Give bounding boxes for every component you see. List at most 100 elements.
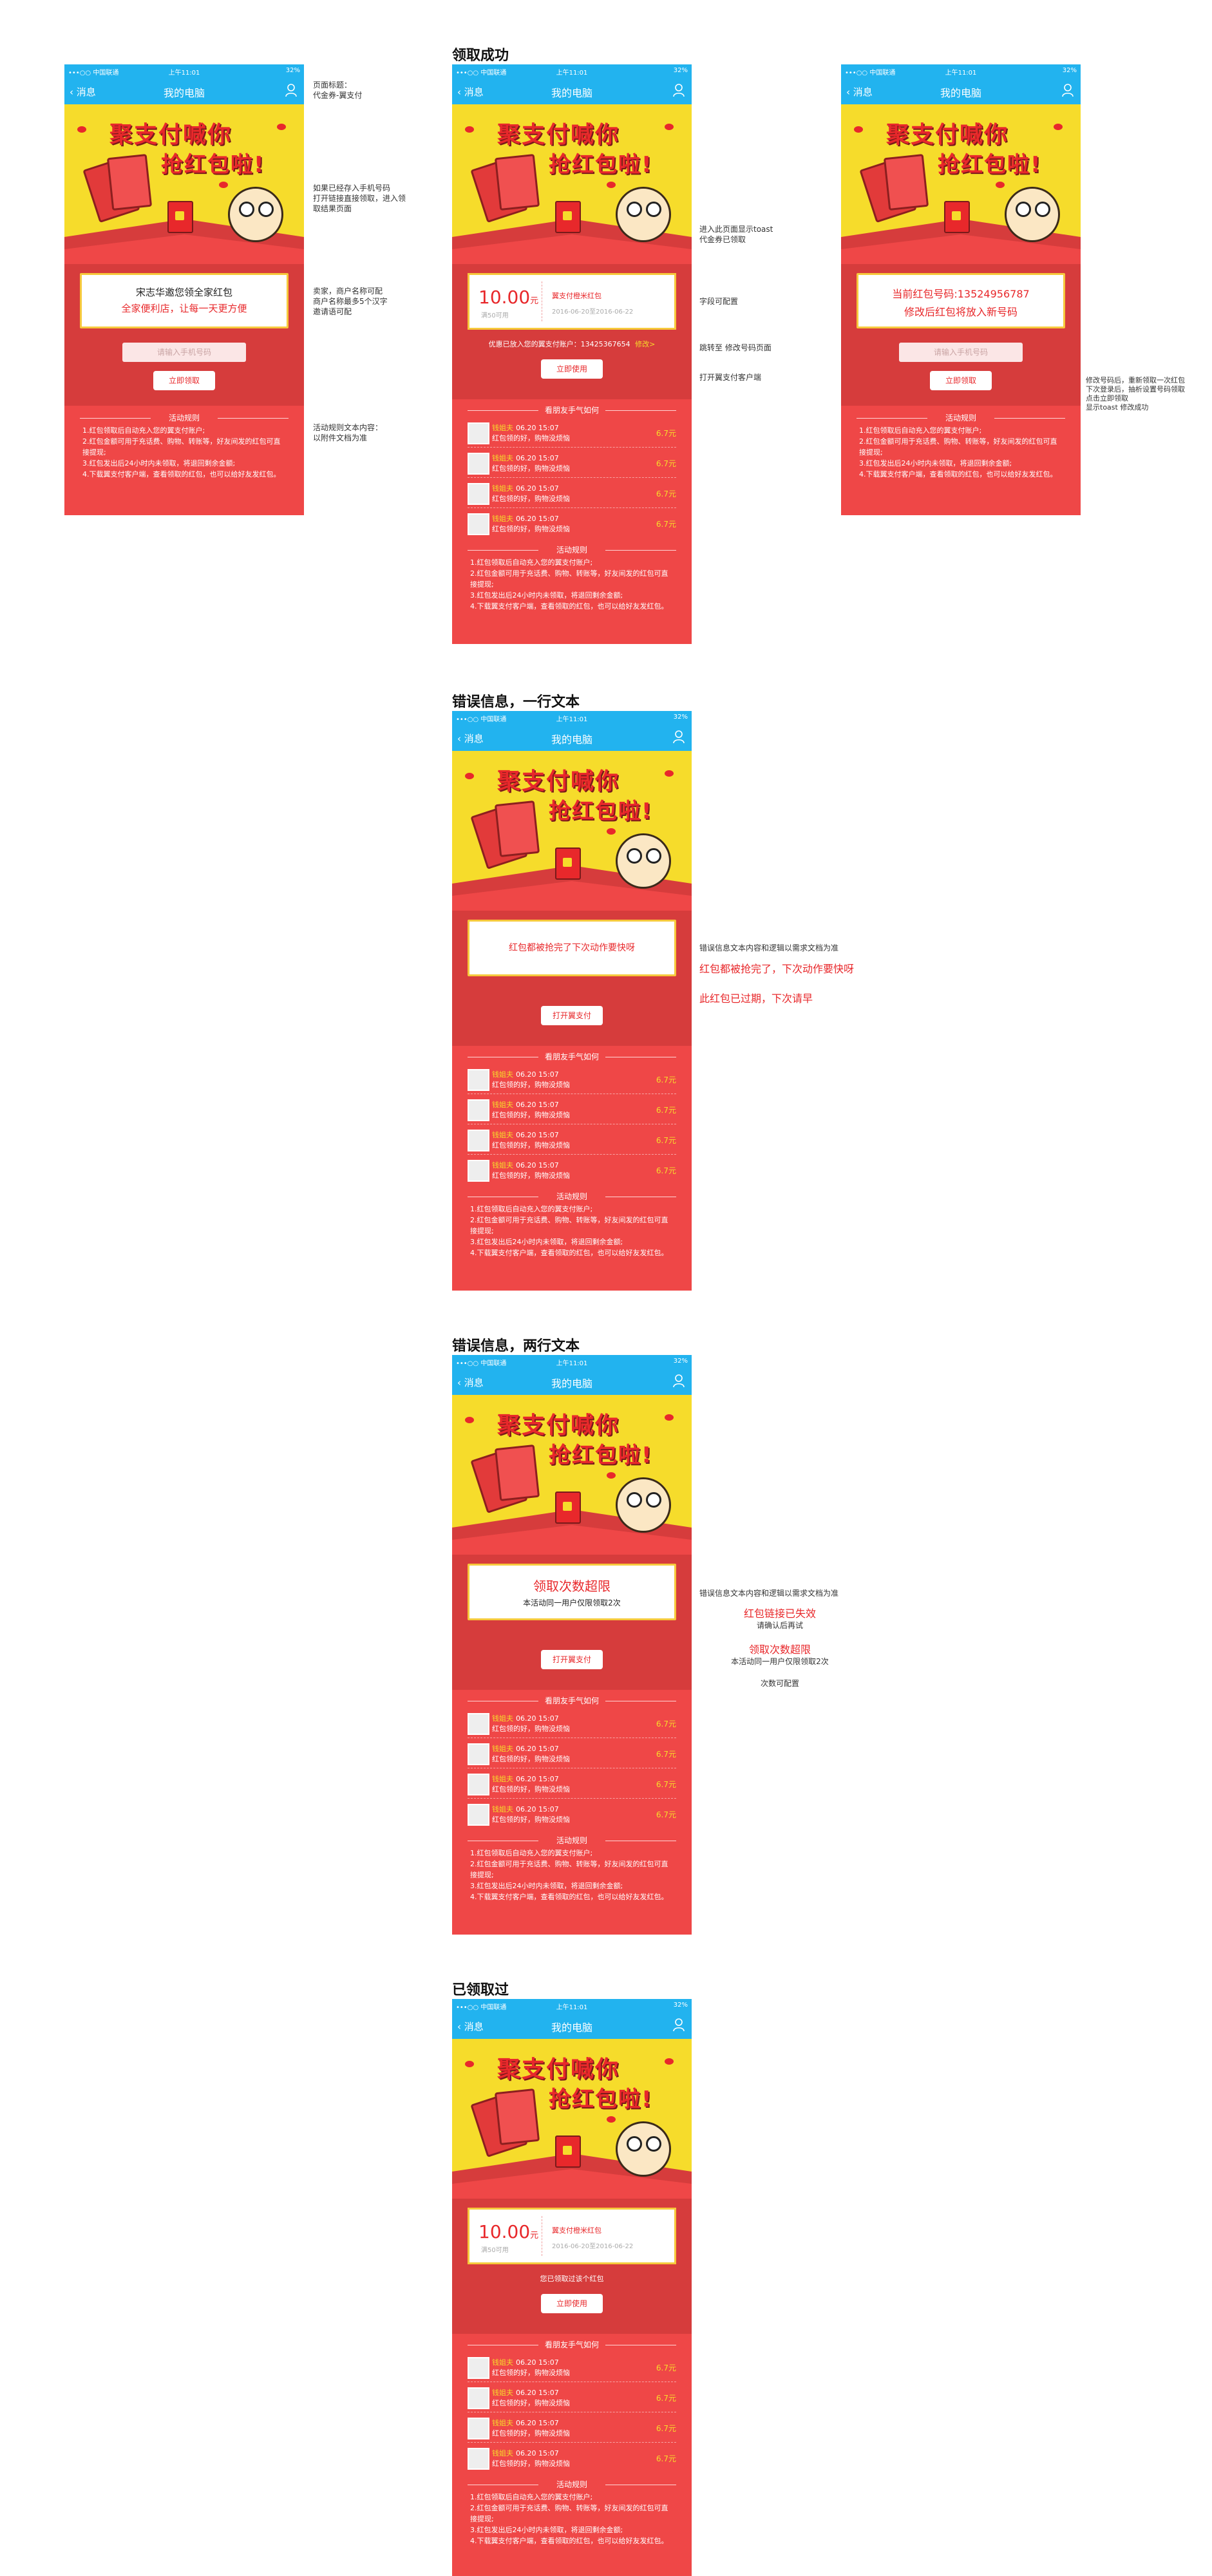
friend-time: 06.20 15:07 bbox=[516, 1775, 559, 1783]
phone-screen-already: •••○○ 中国联通 上午11:01 32% ‹ 消息 我的电脑 聚支付喊你 抢… bbox=[452, 1999, 692, 2576]
coupon-condition: 满50可用 bbox=[481, 312, 509, 319]
confetti-icon bbox=[465, 773, 474, 779]
friend-message: 红包领的好，购物没烦恼 bbox=[492, 1141, 570, 1150]
promo-banner: 聚支付喊你 抢红包啦! bbox=[452, 1395, 692, 1555]
avatar bbox=[468, 1774, 489, 1795]
friend-time: 06.20 15:07 bbox=[516, 1745, 559, 1753]
friend-amount: 6.7元 bbox=[656, 2363, 676, 2372]
list-item: 钱姐夫 06.20 15:07 红包领的好，购物没烦恼 6.7元 bbox=[468, 1708, 676, 1738]
phone-screen-error-one: •••○○ 中国联通 上午11:01 32% ‹ 消息 我的电脑 聚支付喊你 抢… bbox=[452, 711, 692, 1291]
friend-message: 红包领的好，购物没烦恼 bbox=[492, 1815, 570, 1824]
status-bar: •••○○ 中国联通 上午11:01 32% bbox=[452, 64, 692, 77]
coupon-condition: 满50可用 bbox=[481, 2247, 509, 2254]
banner-headline: 聚支付喊你 bbox=[497, 1412, 620, 1439]
friend-amount: 6.7元 bbox=[656, 1810, 676, 1819]
friend-message: 红包领的好，购物没烦恼 bbox=[492, 434, 570, 442]
wallet-card-icon bbox=[555, 848, 581, 880]
friend-message: 红包领的好，购物没烦恼 bbox=[492, 525, 570, 533]
red-envelope-icon bbox=[494, 153, 540, 211]
claim-button[interactable]: 立即领取 bbox=[153, 371, 215, 390]
mascot-icon bbox=[616, 1477, 671, 1533]
user-icon[interactable] bbox=[672, 83, 685, 97]
avatar bbox=[468, 1069, 489, 1091]
status-bar: •••○○ 中国联通 上午11:01 32% bbox=[452, 1355, 692, 1368]
battery-level: 32% bbox=[673, 1358, 688, 1365]
open-app-button[interactable]: 打开翼支付 bbox=[541, 1006, 603, 1025]
clock: 上午11:01 bbox=[556, 2004, 588, 2011]
open-app-button[interactable]: 打开翼支付 bbox=[541, 1650, 603, 1669]
friend-message: 红包领的好，购物没烦恼 bbox=[492, 2399, 570, 2407]
coupon-name: 翼支付橙米红包 bbox=[552, 292, 601, 300]
friend-name: 钱姐夫 bbox=[492, 2358, 513, 2367]
claim-panel: 宋志华邀您领全家红包 全家便利店，让每一天更方便 请输入手机号码 立即领取 bbox=[64, 264, 304, 406]
friend-amount: 6.7元 bbox=[656, 459, 676, 468]
invite-box: 宋志华邀您领全家红包 全家便利店，让每一天更方便 bbox=[80, 273, 289, 328]
rules-text: 1.红包领取后自动充入您的翼支付账户; 2.红包金额可用于充话费、购物、转账等，… bbox=[64, 425, 304, 488]
list-item: 钱姐夫 06.20 15:07 红包领的好，购物没烦恼 6.7元 bbox=[468, 1064, 676, 1094]
use-now-button[interactable]: 立即使用 bbox=[541, 359, 603, 379]
friends-section: 看朋友手气如何 钱姐夫 06.20 15:07 红包领的好，购物没烦恼 6.7元 … bbox=[452, 399, 692, 538]
list-item: 钱姐夫 06.20 15:07 红包领的好，购物没烦恼 6.7元 bbox=[468, 2412, 676, 2443]
error-panel: 领取次数超限 本活动同一用户仅限领取2次 打开翼支付 bbox=[452, 1555, 692, 1690]
rule-line: 4.下载翼支付客户端，查看领取的红包，也可以给好友发红包。 bbox=[470, 602, 668, 611]
user-icon[interactable] bbox=[672, 1374, 685, 1388]
success-panel: 10.00元 满50可用 翼支付橙米红包 2016-06-20至2016-06-… bbox=[452, 264, 692, 399]
confetti-icon bbox=[607, 1472, 616, 1479]
note-error-doc: 错误信息文本内容和逻辑以需求文档为准 bbox=[699, 943, 839, 952]
note-error-expired: 此红包已过期，下次请早 bbox=[699, 992, 813, 1005]
friend-amount: 6.7元 bbox=[656, 1780, 676, 1789]
coupon-card[interactable]: 10.00元 满50可用 翼支付橙米红包 2016-06-20至2016-06-… bbox=[468, 273, 676, 330]
note-link-invalid: 红包链接已失效 bbox=[743, 1607, 816, 1620]
battery-level: 32% bbox=[673, 67, 688, 74]
avatar bbox=[468, 513, 489, 535]
note-limit: 领取次数超限 bbox=[748, 1643, 811, 1656]
banner-subheadline: 抢红包啦! bbox=[549, 2087, 653, 2112]
friend-time: 06.20 15:07 bbox=[516, 1070, 559, 1079]
friend-amount: 6.7元 bbox=[656, 1166, 676, 1175]
friend-amount: 6.7元 bbox=[656, 1750, 676, 1759]
modify-link[interactable]: 修改> bbox=[635, 340, 655, 348]
rules-section: 活动规则 1.红包领取后自动充入您的翼支付账户; 2.红包金额可用于充话费、购物… bbox=[452, 1828, 692, 1910]
phone-input[interactable]: 请输入手机号码 bbox=[122, 343, 246, 362]
friend-time: 06.20 15:07 bbox=[516, 515, 559, 523]
user-icon[interactable] bbox=[285, 83, 298, 97]
promo-banner: 聚支付喊你 抢红包啦! bbox=[452, 2039, 692, 2199]
rules-text: 1.红包领取后自动充入您的翼支付账户; 2.红包金额可用于充话费、购物、转账等，… bbox=[452, 1848, 692, 1910]
coupon-card[interactable]: 10.00元 满50可用 翼支付橙米红包 2016-06-20至2016-06-… bbox=[468, 2208, 676, 2264]
user-icon[interactable] bbox=[1061, 83, 1074, 97]
promo-banner: 聚支付喊你 抢红包啦! bbox=[452, 751, 692, 911]
error-panel: 红包都被抢完了下次动作要快呀 打开翼支付 bbox=[452, 911, 692, 1046]
use-now-button[interactable]: 立即使用 bbox=[541, 2294, 603, 2313]
claim-button[interactable]: 立即领取 bbox=[930, 371, 992, 390]
phone-screen-success: •••○○ 中国联通 上午11:01 32% ‹ 消息 我的电脑 聚支付喊你 抢… bbox=[452, 64, 692, 644]
promo-banner: 聚支付喊你 抢红包啦! bbox=[452, 104, 692, 264]
friend-time: 06.20 15:07 bbox=[516, 424, 559, 432]
mascot-icon bbox=[228, 187, 283, 242]
promo-banner: 聚支付喊你 抢红包啦! bbox=[841, 104, 1081, 264]
list-item: 钱姐夫 06.20 15:07 红包领的好，购物没烦恼 6.7元 bbox=[468, 1799, 676, 1828]
friend-message: 红包领的好，购物没烦恼 bbox=[492, 1081, 570, 1089]
clock: 上午11:01 bbox=[168, 70, 200, 77]
banner-headline: 聚支付喊你 bbox=[886, 122, 1009, 148]
coupon-name: 翼支付橙米红包 bbox=[552, 2226, 601, 2235]
nav-title: 我的电脑 bbox=[163, 87, 205, 99]
confetti-icon bbox=[665, 1414, 674, 1421]
friend-name: 钱姐夫 bbox=[492, 1745, 513, 1753]
confetti-icon bbox=[277, 124, 286, 130]
modify-panel: 当前红包号码:13524956787 修改后红包将放入新号码 请输入手机号码 立… bbox=[841, 264, 1081, 406]
battery-level: 32% bbox=[1062, 67, 1077, 74]
phone-input[interactable]: 请输入手机号码 bbox=[899, 343, 1023, 362]
user-icon[interactable] bbox=[672, 730, 685, 744]
wallet-card-icon bbox=[944, 201, 970, 233]
confetti-icon bbox=[665, 124, 674, 130]
already-notice: 您已领取过该个红包 bbox=[540, 2275, 604, 2283]
rule-line: 1.红包领取后自动充入您的翼支付账户; bbox=[859, 426, 982, 435]
confetti-icon bbox=[607, 2116, 616, 2123]
user-icon[interactable] bbox=[672, 2018, 685, 2032]
confetti-icon bbox=[607, 828, 616, 835]
coupon-date: 2016-06-20至2016-06-22 bbox=[552, 308, 634, 316]
rule-line: 4.下载翼支付客户端，查看领取的红包，也可以给好友发红包。 bbox=[859, 470, 1057, 478]
rule-line: 3.红包发出后24小时内未领取，将退回剩余金额; bbox=[470, 1882, 623, 1890]
friend-name: 钱姐夫 bbox=[492, 484, 513, 493]
confetti-icon bbox=[665, 2058, 674, 2065]
